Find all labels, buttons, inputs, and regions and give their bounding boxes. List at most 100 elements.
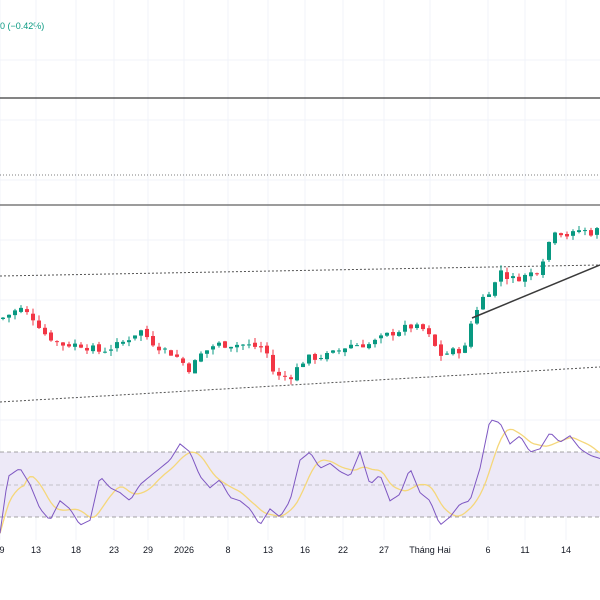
candle-body [7,314,11,318]
candle-body [109,349,113,351]
candle-body [325,353,329,360]
time-axis-label: 18 [71,545,81,555]
candle-body [403,324,407,332]
candle-body [331,350,335,353]
candle-body [223,341,227,348]
candle-body [541,261,545,275]
candle-body [319,358,323,360]
candle-body [73,343,77,347]
candle-body [205,350,209,354]
candle-body [355,345,359,347]
candle-body [151,336,155,346]
candle-body [553,232,557,244]
candle-body [559,233,563,236]
trend-line[interactable] [471,264,600,319]
candle-body [535,273,539,275]
time-axis-label: 8 [225,545,230,555]
candle-body [373,339,377,345]
time-axis-label: 14 [561,545,571,555]
candle-body [361,344,365,348]
candle-body [265,345,269,354]
time-axis-label: 6 [485,545,490,555]
time-axis-label: 16 [300,545,310,555]
time-axis-label: 29 [143,545,153,555]
candle-body [271,354,275,372]
candle-body [13,310,17,316]
candle-body [43,327,47,335]
candle-body [415,324,419,329]
candle-body [409,324,413,329]
candle-body [175,354,179,357]
candle-body [127,340,131,343]
candle-body [523,274,527,282]
candle-body [451,348,455,355]
candle-body [391,332,395,336]
candle-body [433,334,437,346]
candle-body [85,347,89,351]
price-chart[interactable]: 9 13 18 23 29 2026 8 13 16 22 27 Tháng Hai 6 11 14 [0,0,600,600]
candle-body [277,371,281,376]
candle-body [439,344,443,356]
candle-body [589,230,593,236]
time-axis-label: Tháng Hai [409,545,451,555]
candle-body [571,231,575,236]
candles [1,225,599,385]
time-axis-label: 13 [263,545,273,555]
candle-body [289,377,293,380]
candle-body [511,276,515,279]
candle-body [421,324,425,330]
candle-body [1,317,5,319]
channel-upper-line[interactable] [0,264,600,277]
time-axis[interactable]: 9 13 18 23 29 2026 8 13 16 22 27 Tháng Hai 6 11 14 [0,545,571,555]
time-axis-label: 23 [109,545,119,555]
candle-body [217,342,221,346]
candle-body [115,342,119,349]
candle-body [253,342,257,347]
candle-body [595,228,599,235]
candle-body [121,341,125,344]
candle-body [367,344,371,349]
candle-body [313,354,317,360]
candle-body [307,354,311,364]
candle-body [181,358,185,363]
candle-body [457,348,461,354]
candle-body [397,332,401,336]
candle-body [31,313,35,321]
candle-body [427,328,431,335]
candle-body [445,353,449,355]
candle-body [25,309,29,313]
candle-body [187,363,191,373]
candle-body [19,307,23,312]
candle-body [499,270,503,282]
time-axis-label: 9 [0,545,5,555]
candle-body [547,241,551,260]
candle-body [301,363,305,368]
candle-body [145,328,149,338]
time-axis-label: 22 [338,545,348,555]
candle-body [79,344,83,348]
candle-body [91,345,95,352]
candle-body [103,351,107,353]
candle-body [37,320,41,328]
candle-body [337,350,341,352]
candle-body [139,330,143,336]
channel-lower-line[interactable] [0,366,600,403]
candle-body [481,296,485,310]
time-axis-label: 13 [31,545,41,555]
candle-body [583,230,587,232]
candle-body [565,234,569,237]
candle-body [283,375,287,377]
candle-body [211,346,215,350]
candle-body [505,272,509,279]
candle-body [259,346,263,348]
candle-body [343,348,347,353]
candle-body [577,230,581,233]
candle-body [349,344,353,349]
rsi-pane [0,419,600,534]
candle-body [493,282,497,296]
time-axis-label: 27 [379,545,389,555]
candle-body [241,344,245,346]
candle-body [295,367,299,381]
candle-body [49,332,53,341]
candle-body [55,341,59,343]
